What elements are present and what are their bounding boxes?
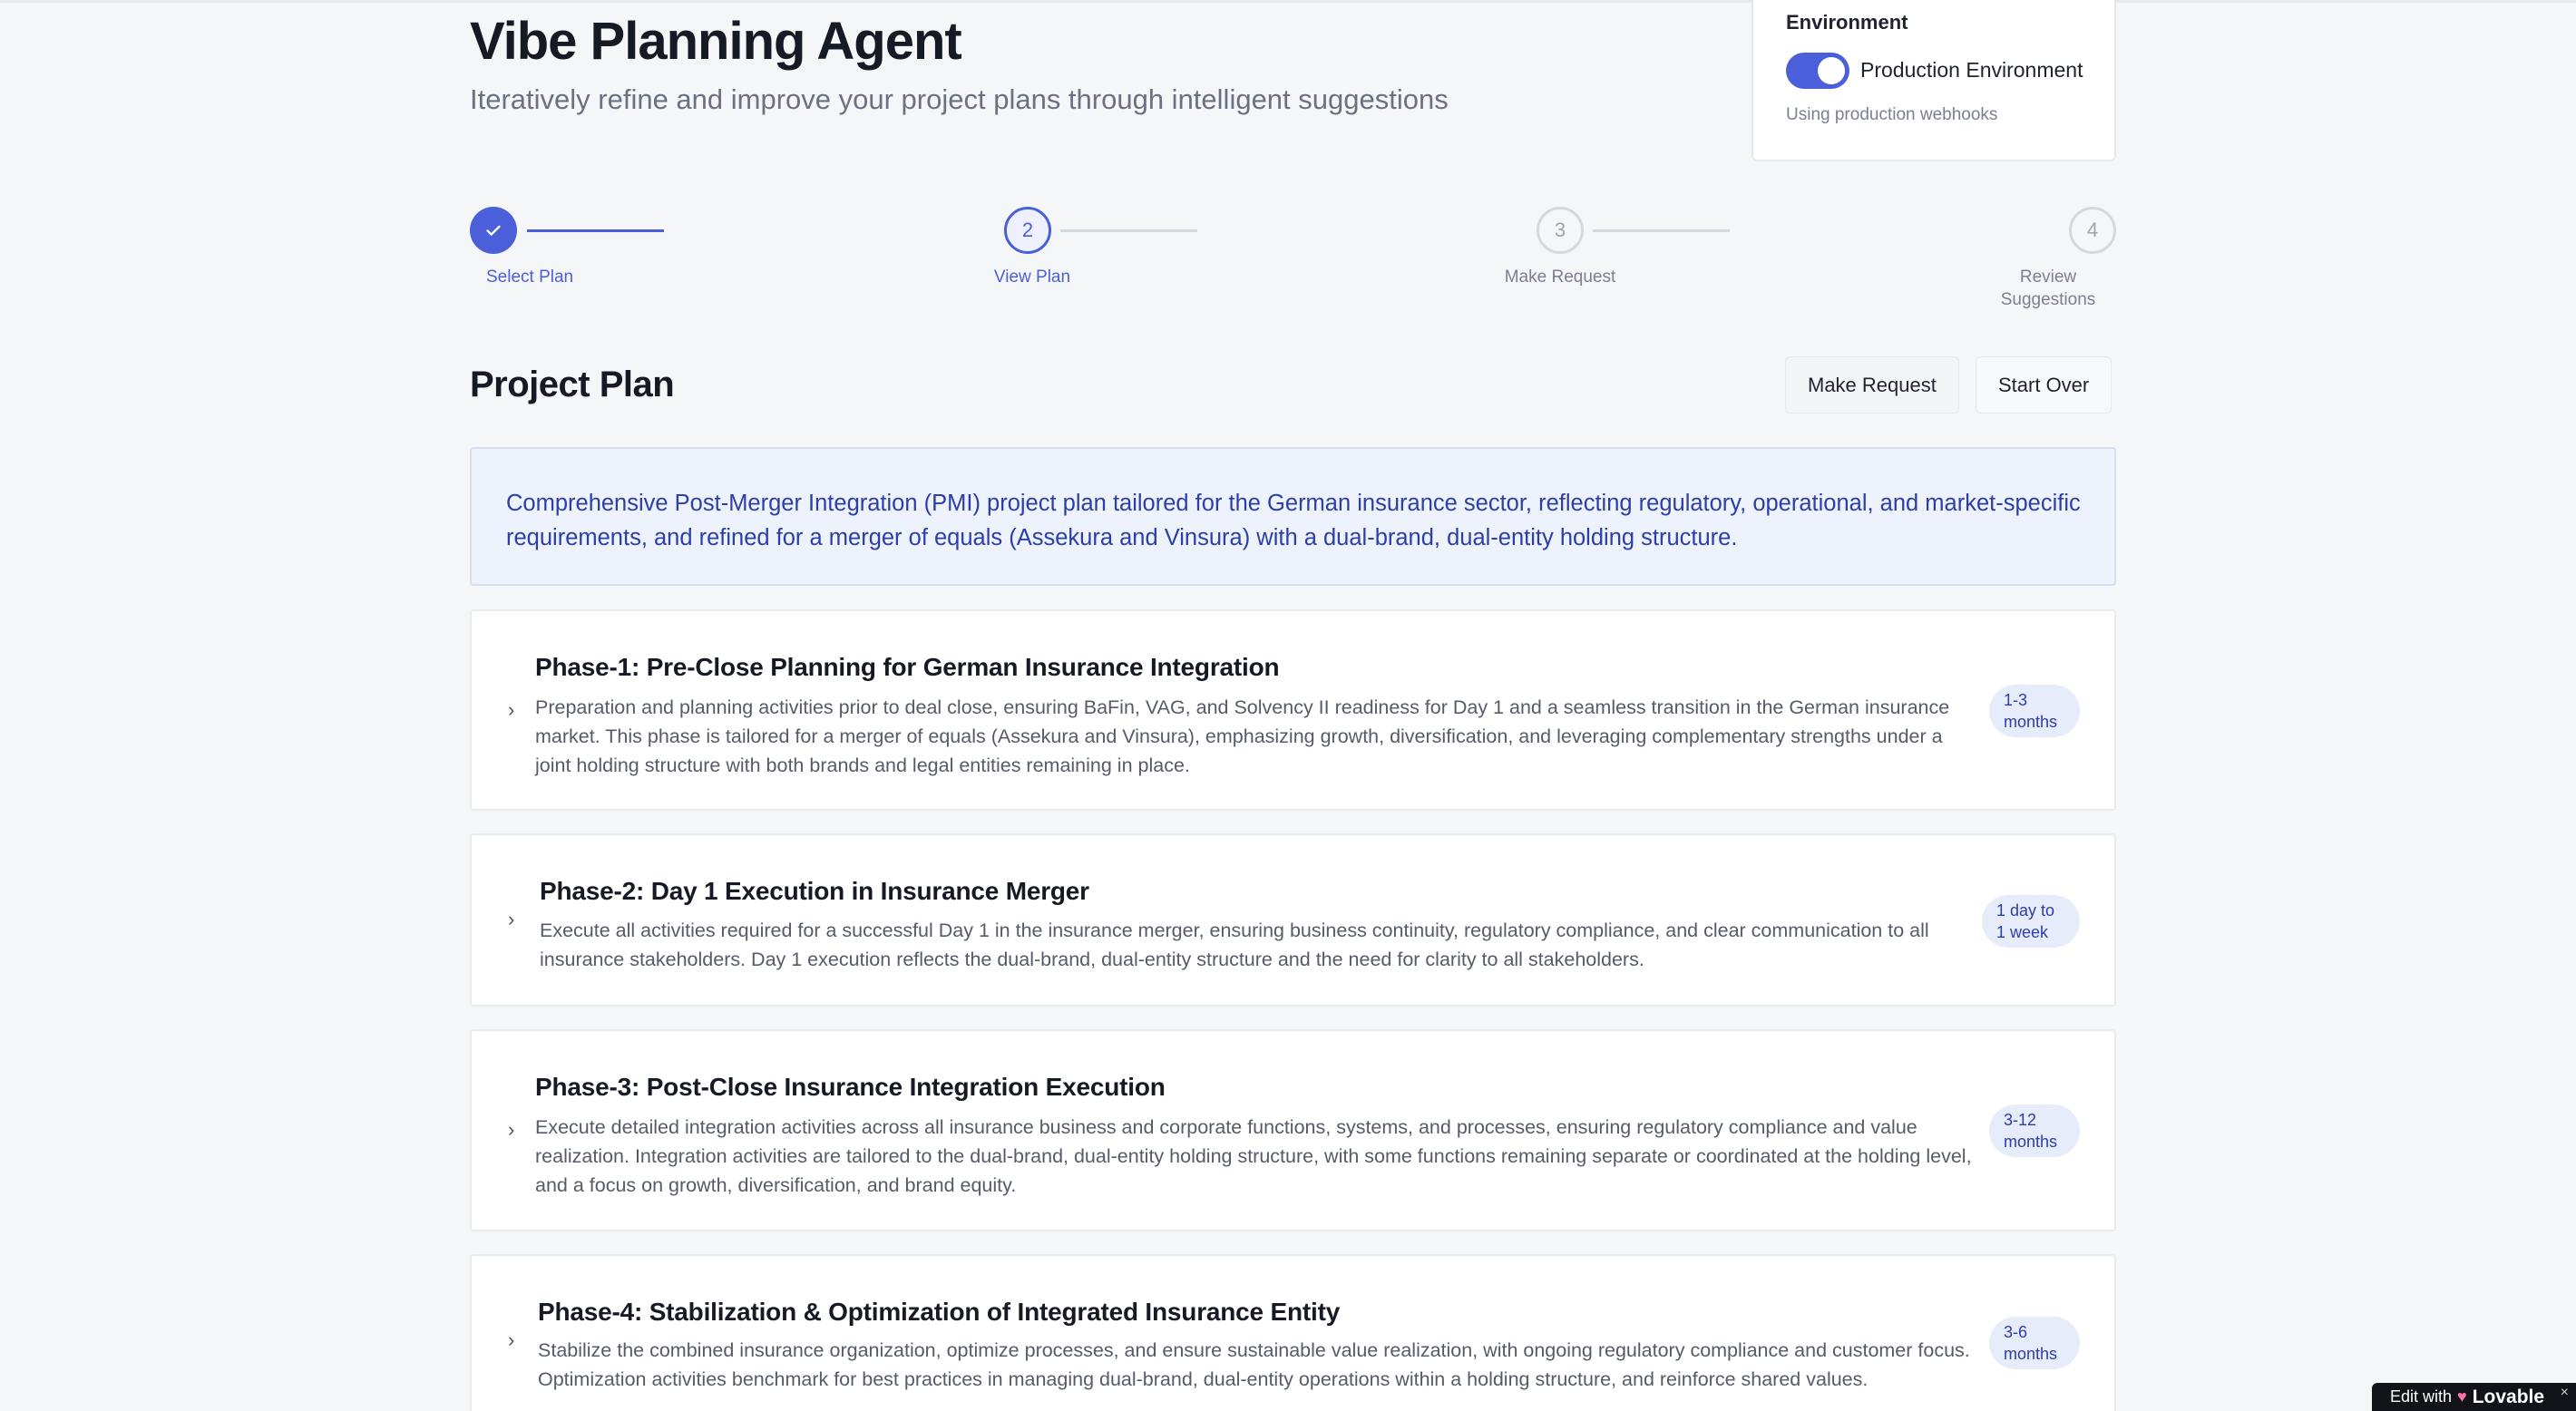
step-1-label: Select Plan <box>486 268 574 287</box>
duration-line-2: months <box>2004 1345 2058 1363</box>
step-3-number: 3 <box>1554 219 1566 241</box>
step-4-label: Review Suggestions <box>1985 266 2112 311</box>
environment-note: Using production webhooks <box>1786 105 1998 124</box>
step-4-circle[interactable]: 4 <box>2069 207 2116 254</box>
edit-with-lovable-badge[interactable]: Edit with ♥ Lovable × <box>2372 1383 2576 1411</box>
duration-badge: 1 day to 1 week <box>1982 895 2080 948</box>
step-3-connector <box>1593 229 1730 232</box>
phase-description: Stabilize the combined insurance organiz… <box>538 1339 1970 1390</box>
top-divider <box>0 0 2576 3</box>
chevron-right-icon[interactable]: › <box>508 908 514 931</box>
environment-label: Environment <box>1786 11 1908 34</box>
environment-toggle[interactable] <box>1786 53 1849 89</box>
duration-line-1: 1-3 <box>2004 691 2028 709</box>
plan-summary: Comprehensive Post-Merger Integration (P… <box>470 447 2116 586</box>
environment-card: Environment Production Environment Using… <box>1751 0 2116 161</box>
start-over-button[interactable]: Start Over <box>1976 356 2113 414</box>
chevron-right-icon[interactable]: › <box>508 1328 514 1352</box>
step-4-number: 4 <box>2086 219 2099 241</box>
duration-line-2: months <box>2004 1133 2058 1151</box>
phase-card-2[interactable]: › Phase-2: Day 1 Execution in Insurance … <box>470 833 2116 1007</box>
phase-description: Execute all activities required for a su… <box>540 920 1929 970</box>
make-request-button[interactable]: Make Request <box>1785 356 1959 414</box>
step-2-number: 2 <box>1021 219 1034 241</box>
duration-line-1: 3-6 <box>2004 1323 2028 1341</box>
chevron-right-icon[interactable]: › <box>508 1118 514 1142</box>
project-plan-title: Project Plan <box>470 365 675 404</box>
duration-line-1: 3-12 <box>2004 1111 2037 1129</box>
chevron-right-icon[interactable]: › <box>508 698 514 722</box>
duration-line-1: 1 day to <box>1996 901 2055 920</box>
step-4-label-line-1: Review <box>2019 268 2077 287</box>
duration-badge: 3-12 months <box>1989 1104 2080 1157</box>
page: Vibe Planning Agent Iteratively refine a… <box>0 0 2576 1411</box>
duration-line-2: 1 week <box>1996 923 2049 941</box>
close-icon[interactable]: × <box>2561 1385 2569 1401</box>
duration-line-2: months <box>2004 713 2058 731</box>
environment-name: Production Environment <box>1860 58 2083 82</box>
step-2-connector <box>1060 229 1197 232</box>
step-3-circle[interactable]: 3 <box>1537 207 1584 254</box>
phase-title: Phase-3: Post-Close Insurance Integratio… <box>535 1073 1166 1101</box>
phase-title: Phase-1: Pre-Close Planning for German I… <box>535 653 1280 681</box>
phase-card-4[interactable]: › Phase-4: Stabilization & Optimization … <box>470 1254 2116 1411</box>
heart-icon: ♥ <box>2457 1387 2467 1406</box>
phase-card-1[interactable]: › Phase-1: Pre-Close Planning for German… <box>470 609 2116 811</box>
step-2-circle[interactable]: 2 <box>1004 207 1051 254</box>
page-subtitle: Iteratively refine and improve your proj… <box>470 83 1449 115</box>
badge-prefix: Edit with <box>2390 1387 2453 1406</box>
check-icon <box>486 225 501 236</box>
badge-brand: Lovable <box>2472 1386 2545 1407</box>
phase-title: Phase-2: Day 1 Execution in Insurance Me… <box>540 877 1089 905</box>
phase-description: Execute detailed integration activities … <box>535 1116 1972 1196</box>
step-1-connector <box>527 229 664 232</box>
step-4-label-line-2: Suggestions <box>2000 290 2096 309</box>
phase-title: Phase-4: Stabilization & Optimization of… <box>538 1298 1341 1326</box>
stepper: Select Plan 2 View Plan 3 Make Request 4… <box>470 207 2116 316</box>
phase-description: Preparation and planning activities prio… <box>535 696 1950 776</box>
duration-badge: 1-3 months <box>1989 685 2080 737</box>
phase-card-3[interactable]: › Phase-3: Post-Close Insurance Integrat… <box>470 1029 2116 1231</box>
page-title: Vibe Planning Agent <box>470 12 962 71</box>
duration-badge: 3-6 months <box>1989 1317 2080 1369</box>
step-1-circle[interactable] <box>470 207 517 254</box>
step-2-label: View Plan <box>993 268 1071 287</box>
toggle-knob <box>1818 57 1845 84</box>
step-3-label: Make Request <box>1504 268 1616 287</box>
